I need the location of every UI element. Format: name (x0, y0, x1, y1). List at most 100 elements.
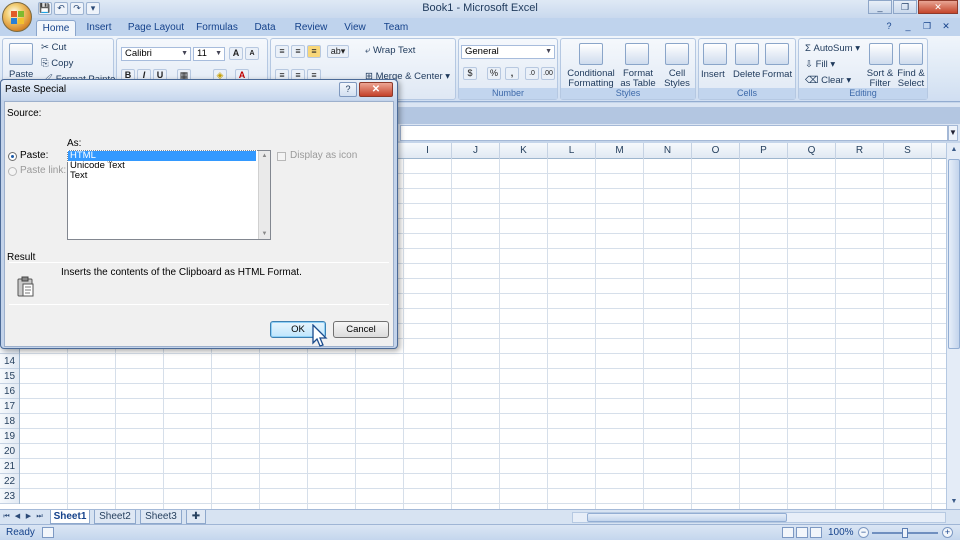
minimize-button[interactable]: _ (868, 0, 892, 14)
cell-styles-icon[interactable] (665, 43, 689, 65)
cut-button[interactable]: ✂ Cut (41, 42, 66, 53)
row-header[interactable]: 20 (0, 444, 19, 459)
column-header[interactable]: N (644, 143, 692, 159)
zoom-out-button[interactable]: − (858, 527, 869, 538)
page-break-view-icon[interactable] (810, 527, 822, 538)
align-middle-icon[interactable]: ≡ (291, 45, 305, 58)
tab-view[interactable]: View (340, 20, 370, 36)
list-item[interactable]: Unicode Text (68, 161, 256, 171)
column-header[interactable]: O (692, 143, 740, 159)
row-header[interactable]: 21 (0, 459, 19, 474)
column-header[interactable]: P (740, 143, 788, 159)
delete-cells-button[interactable]: Delete (733, 69, 760, 80)
tab-data[interactable]: Data (250, 20, 280, 36)
doc-close-button[interactable]: ✕ (938, 20, 954, 33)
paste-icon[interactable] (9, 43, 33, 65)
font-name-combo[interactable]: Calibri ▼ (121, 47, 191, 61)
tab-insert[interactable]: Insert (80, 20, 118, 36)
doc-restore-button[interactable]: ❐ (919, 20, 935, 33)
row-header[interactable]: 17 (0, 399, 19, 414)
column-header[interactable]: R (836, 143, 884, 159)
office-button[interactable] (2, 2, 32, 32)
column-header[interactable]: S (884, 143, 932, 159)
dialog-close-button[interactable]: ✕ (359, 82, 393, 97)
help-icon[interactable]: ? (881, 20, 897, 33)
find-select-icon[interactable] (899, 43, 923, 65)
copy-button[interactable]: ⎘ Copy (41, 58, 73, 69)
format-as-table-icon[interactable] (625, 43, 649, 65)
percent-button[interactable]: % (487, 67, 501, 80)
column-header[interactable]: Q (788, 143, 836, 159)
display-as-icon-label[interactable]: Display as icon (290, 150, 357, 161)
column-header[interactable]: L (548, 143, 596, 159)
comma-button[interactable]: , (505, 67, 519, 80)
sheet-tab-1[interactable]: Sheet1 (50, 510, 90, 524)
scroll-down-icon[interactable]: ▼ (259, 229, 270, 239)
page-layout-view-icon[interactable] (796, 527, 808, 538)
clear-button[interactable]: ⌫ Clear ▾ (805, 75, 851, 86)
format-cells-button[interactable]: Format (762, 69, 792, 80)
row-header[interactable]: 16 (0, 384, 19, 399)
tab-page-layout[interactable]: Page Layout (126, 20, 186, 36)
format-cells-icon[interactable] (765, 43, 789, 65)
wrap-text-button[interactable]: ⤶ Wrap Text (365, 45, 415, 56)
close-button[interactable]: ✕ (918, 0, 958, 14)
row-header[interactable]: 14 (0, 354, 19, 369)
paste-link-radio[interactable] (8, 167, 17, 176)
align-top-icon[interactable]: ≡ (275, 45, 289, 58)
find-select-button[interactable]: Find & Select (895, 69, 927, 89)
listbox-scrollbar[interactable]: ▲ ▼ (258, 151, 270, 239)
vertical-scroll-thumb[interactable] (948, 159, 960, 349)
prev-sheet-icon[interactable]: ◀ (13, 511, 22, 523)
paste-radio[interactable] (8, 152, 17, 161)
insert-cells-button[interactable]: Insert (701, 69, 725, 80)
row-header[interactable]: 23 (0, 489, 19, 504)
format-as-table-button[interactable]: Format as Table (617, 69, 659, 89)
restore-button[interactable]: ❐ (893, 0, 917, 14)
display-as-icon-checkbox[interactable] (277, 152, 286, 161)
column-header[interactable]: K (500, 143, 548, 159)
sheet-tab-3[interactable]: Sheet3 (140, 510, 182, 524)
cell-styles-button[interactable]: Cell Styles (659, 69, 695, 89)
sort-filter-button[interactable]: Sort & Filter (865, 69, 895, 89)
tab-review[interactable]: Review (292, 20, 330, 36)
dialog-help-button[interactable]: ? (339, 82, 357, 97)
paste-as-listbox[interactable]: HTML Unicode Text Text ▲ ▼ (67, 150, 271, 240)
sort-filter-icon[interactable] (869, 43, 893, 65)
macro-record-icon[interactable] (42, 527, 54, 538)
tab-team[interactable]: Team (380, 20, 412, 36)
zoom-in-button[interactable]: + (942, 527, 953, 538)
horizontal-scrollbar[interactable] (572, 512, 946, 523)
sheet-tab-2[interactable]: Sheet2 (94, 510, 136, 524)
scroll-up-icon[interactable]: ▲ (259, 151, 270, 161)
conditional-formatting-icon[interactable] (579, 43, 603, 65)
insert-sheet-icon[interactable]: ✚ (186, 510, 206, 524)
row-header[interactable]: 15 (0, 369, 19, 384)
insert-cells-icon[interactable] (703, 43, 727, 65)
orientation-icon[interactable]: ab▾ (327, 45, 349, 58)
autosum-button[interactable]: Σ AutoSum ▾ (805, 43, 860, 54)
scroll-up-icon[interactable]: ▲ (948, 144, 960, 156)
align-bottom-icon[interactable]: ≡ (307, 45, 321, 58)
normal-view-icon[interactable] (782, 527, 794, 538)
row-header[interactable]: 19 (0, 429, 19, 444)
formula-input[interactable] (400, 125, 948, 141)
shrink-font-button[interactable]: A (245, 47, 259, 60)
horizontal-scroll-thumb[interactable] (587, 513, 787, 522)
first-sheet-icon[interactable]: ⏮ (2, 511, 11, 523)
paste-link-label[interactable]: Paste link: (20, 165, 66, 176)
vertical-scrollbar[interactable]: ▲ ▼ (946, 143, 960, 509)
doc-minimize-button[interactable]: _ (900, 20, 916, 33)
grow-font-button[interactable]: A (229, 47, 243, 60)
list-item[interactable]: Text (68, 171, 256, 181)
column-header[interactable]: I (404, 143, 452, 159)
font-size-combo[interactable]: 11 ▼ (193, 47, 225, 61)
conditional-formatting-button[interactable]: Conditional Formatting (567, 69, 615, 89)
expand-formula-icon[interactable]: ▼ (948, 125, 958, 141)
currency-button[interactable]: $ (463, 67, 477, 80)
number-format-combo[interactable]: General ▼ (461, 45, 555, 59)
increase-decimal-icon[interactable]: .0 (525, 67, 539, 80)
column-header[interactable]: J (452, 143, 500, 159)
tab-formulas[interactable]: Formulas (194, 20, 240, 36)
last-sheet-icon[interactable]: ⏭ (35, 511, 44, 523)
